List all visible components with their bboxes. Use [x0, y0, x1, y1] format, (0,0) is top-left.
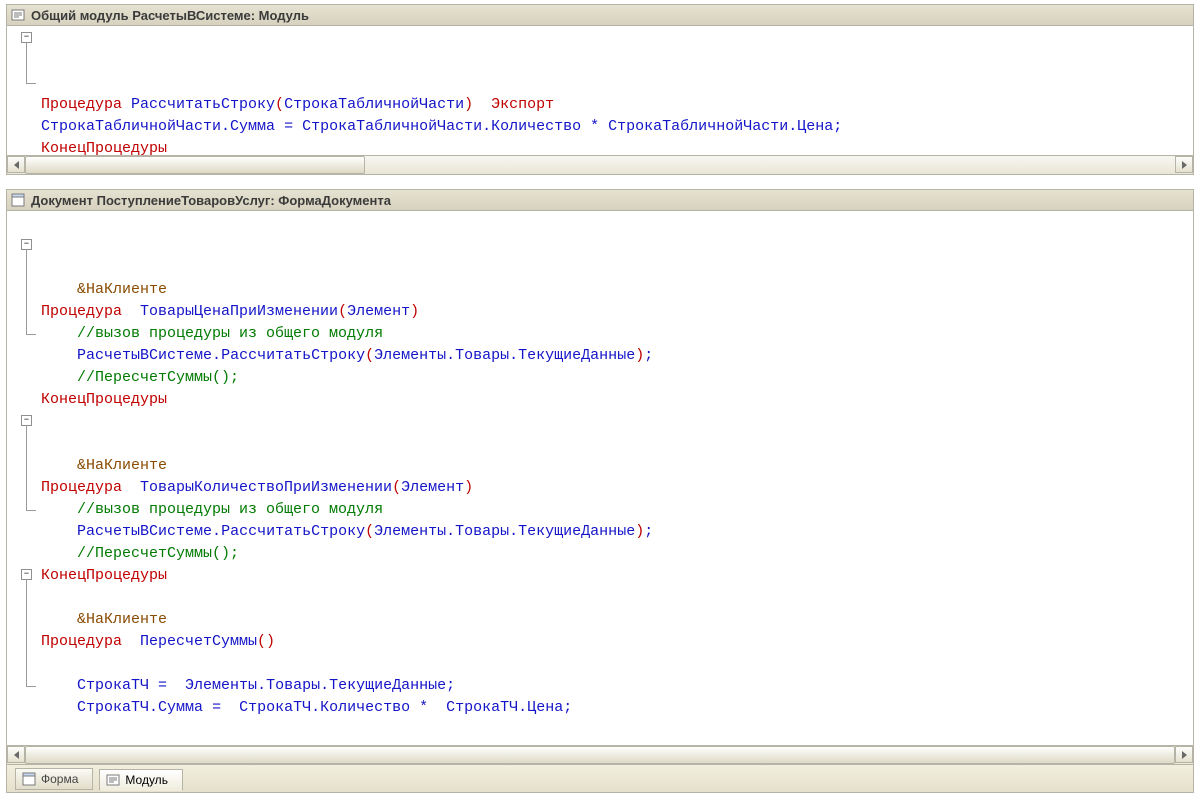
scroll-track[interactable] [25, 156, 1175, 174]
fold-toggle[interactable]: − [21, 415, 32, 426]
scroll-thumb[interactable] [25, 156, 365, 174]
code-line: //ПересчетСуммы(); [41, 367, 1193, 389]
fold-toggle[interactable]: − [21, 239, 32, 250]
code-line: КонецПроцедуры [41, 389, 1193, 411]
code-line: СтрокаТЧ = Элементы.Товары.ТекущиеДанные… [41, 675, 1193, 697]
pane-header-document-form: Документ ПоступлениеТоваровУслуг: ФормаД… [6, 189, 1194, 211]
code-block-1: Процедура РассчитатьСтроку(СтрокаТабличн… [7, 92, 1193, 156]
fold-toggle[interactable]: − [21, 569, 32, 580]
code-line: Процедура ТоварыЦенаПриИзменении(Элемент… [41, 301, 1193, 323]
form-icon [11, 193, 25, 207]
tab-label: Модуль [125, 773, 168, 787]
code-line: &НаКлиенте [41, 455, 1193, 477]
code-line [41, 653, 1193, 675]
scroll-right-button[interactable] [1175, 746, 1193, 763]
code-line [41, 433, 1193, 455]
arrow-left-icon [14, 751, 19, 759]
arrow-left-icon [14, 161, 19, 169]
code-line: &НаКлиенте [41, 609, 1193, 631]
arrow-right-icon [1182, 161, 1187, 169]
pane-title: Общий модуль РасчетыВСистеме: Модуль [31, 8, 309, 23]
code-line [41, 719, 1193, 741]
tab-module[interactable]: Модуль [99, 769, 183, 791]
scroll-right-button[interactable] [1175, 156, 1193, 173]
gutter: − − − [7, 211, 37, 745]
tab-label: Форма [41, 772, 78, 786]
code-line: СтрокаТабличнойЧасти.Сумма = СтрокаТабли… [41, 116, 1193, 138]
code-line: РасчетыВСистеме.РассчитатьСтроку(Элемент… [41, 345, 1193, 367]
code-line: Процедура РассчитатьСтроку(СтрокаТабличн… [41, 94, 1193, 116]
code-line: //ПересчетСуммы(); [41, 543, 1193, 565]
code-line: СтрокаТЧ.Сумма = СтрокаТЧ.Количество * С… [41, 697, 1193, 719]
code-block-2: &НаКлиентеПроцедура ТоварыЦенаПриИзменен… [7, 277, 1193, 746]
code-line: КонецПроцедуры [41, 565, 1193, 587]
code-line: //вызов процедуры из общего модуля [41, 323, 1193, 345]
gutter: − [7, 26, 37, 155]
code-line: &НаКлиенте [41, 279, 1193, 301]
pane-title: Документ ПоступлениеТоваровУслуг: ФормаД… [31, 193, 391, 208]
scroll-left-button[interactable] [7, 746, 25, 763]
code-editor-2[interactable]: − − − &НаКлиентеПроцедура ТоварыЦенаПриИ… [6, 211, 1194, 746]
scroll-left-button[interactable] [7, 156, 25, 173]
code-line: КонецПроцедуры [41, 138, 1193, 156]
scroll-track[interactable] [25, 746, 1175, 764]
module-icon [106, 773, 120, 787]
fold-toggle[interactable]: − [21, 32, 32, 43]
scroll-thumb[interactable] [25, 746, 1175, 764]
code-line: Процедура ПересчетСуммы() [41, 631, 1193, 653]
module-icon [11, 8, 25, 22]
code-line: //вызов процедуры из общего модуля [41, 499, 1193, 521]
arrow-right-icon [1182, 751, 1187, 759]
code-line [41, 411, 1193, 433]
code-line: РасчетыВСистеме.РассчитатьСтроку(Элемент… [41, 521, 1193, 543]
form-icon [22, 772, 36, 786]
code-line [41, 587, 1193, 609]
code-line: Процедура ТоварыКоличествоПриИзменении(Э… [41, 477, 1193, 499]
pane-header-common-module: Общий модуль РасчетыВСистеме: Модуль [6, 4, 1194, 26]
tabs-row: Форма Модуль [6, 765, 1194, 793]
horizontal-scrollbar-2[interactable] [6, 746, 1194, 765]
horizontal-scrollbar-1[interactable] [6, 156, 1194, 175]
code-editor-1[interactable]: − Процедура РассчитатьСтроку(СтрокаТабли… [6, 26, 1194, 156]
tab-form[interactable]: Форма [15, 768, 93, 790]
